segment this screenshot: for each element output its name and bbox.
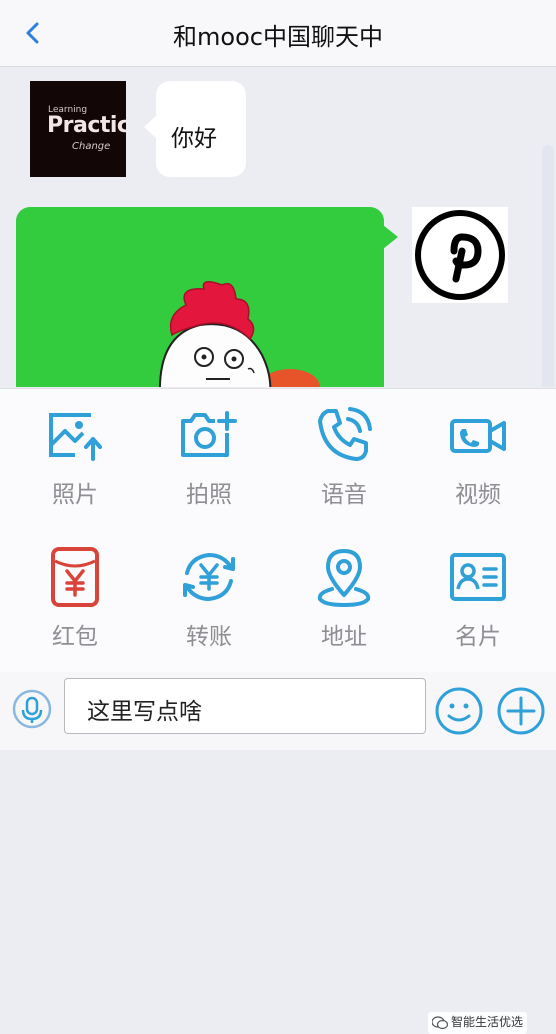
location-label: 地址	[321, 624, 367, 650]
voice-call-label: 语音	[321, 482, 367, 508]
attachment-panel: 照片 拍照 语音 视频 红包 转账 地址 名片 这里写点啥 智能生活优选	[0, 388, 556, 1034]
contact-card-label: 名片	[455, 624, 501, 650]
chat-area[interactable]: Learning Practice Change 你好	[0, 67, 556, 387]
microphone-icon[interactable]	[12, 689, 52, 729]
transfer-button[interactable]: 转账	[149, 547, 269, 677]
watermark-text: 智能生活优选	[451, 1015, 524, 1029]
red-packet-icon	[51, 547, 99, 607]
avatar-text-practice: Practice	[47, 113, 126, 138]
voice-call-button[interactable]: 语音	[284, 405, 404, 535]
my-avatar[interactable]	[412, 207, 508, 303]
red-packet-button[interactable]: 红包	[15, 547, 135, 677]
location-button[interactable]: 地址	[284, 547, 404, 677]
transfer-icon	[183, 552, 235, 602]
pinterest-logo-icon	[415, 210, 505, 300]
photo-icon	[49, 413, 102, 461]
add-attachment-icon[interactable]	[496, 686, 546, 736]
attach-photo-label: 照片	[52, 482, 98, 508]
watermark: 智能生活优选	[428, 1012, 528, 1034]
incoming-message-bubble[interactable]: 你好	[144, 81, 246, 177]
message-input-placeholder: 这里写点啥	[87, 699, 202, 725]
video-call-button[interactable]: 视频	[418, 405, 538, 535]
cartoon-sticker-image	[159, 281, 320, 387]
message-input-bar: 这里写点啥 智能生活优选	[0, 672, 556, 1034]
video-call-label: 视频	[455, 482, 501, 508]
contact-avatar[interactable]: Learning Practice Change	[30, 81, 126, 177]
wechat-logo-icon	[431, 1015, 449, 1029]
message-input[interactable]: 这里写点啥	[64, 678, 426, 734]
chat-header: 和mooc中国聊天中	[0, 0, 556, 67]
incoming-message-text: 你好	[171, 126, 217, 152]
avatar-text-change: Change	[72, 141, 111, 152]
contact-card-button[interactable]: 名片	[418, 547, 538, 677]
phone-icon	[318, 407, 372, 461]
location-icon	[317, 549, 371, 607]
red-packet-label: 红包	[52, 624, 98, 650]
video-icon	[450, 419, 506, 453]
contact-card-icon	[450, 553, 506, 601]
page-title: 和mooc中国聊天中	[173, 23, 383, 51]
camera-icon	[181, 411, 237, 457]
emoji-icon[interactable]	[434, 686, 484, 736]
attach-photo-button[interactable]: 照片	[15, 405, 135, 535]
scrollbar[interactable]	[542, 145, 554, 387]
attach-camera-label: 拍照	[186, 482, 232, 508]
transfer-label: 转账	[186, 624, 232, 650]
attach-camera-button[interactable]: 拍照	[149, 405, 269, 535]
